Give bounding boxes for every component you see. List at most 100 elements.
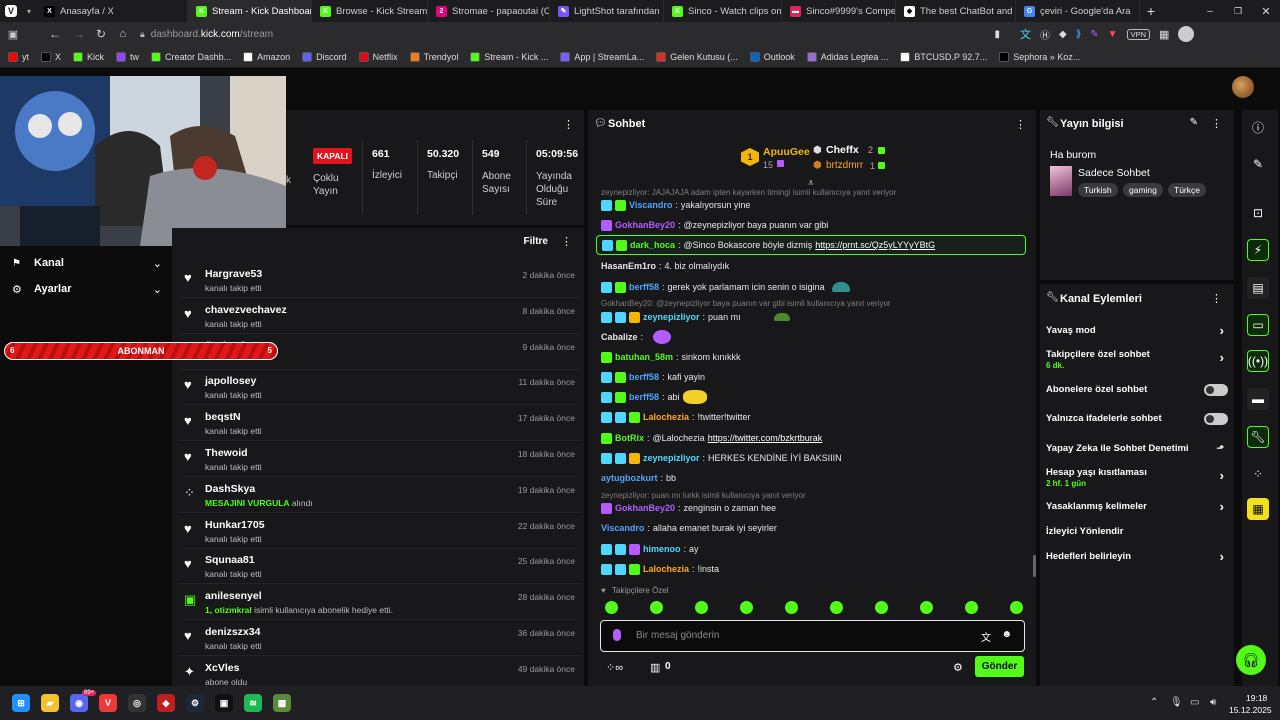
emote-icon[interactable]	[650, 601, 663, 614]
tray-chevron-icon[interactable]: ⌃	[1150, 697, 1158, 708]
forward-icon[interactable]: →	[68, 27, 90, 41]
browser-tab[interactable]: X Anasayfa / X	[36, 0, 188, 22]
chat-username[interactable]: Lalochezia	[643, 412, 689, 422]
wrench-icon[interactable]: 🔧︎	[1247, 426, 1269, 448]
broadcast-icon[interactable]: ((•))	[1247, 350, 1269, 372]
channel-action-item[interactable]: Hesap yaşı kısıtlaması 2 hf. 1 gün ›	[1046, 467, 1226, 493]
bookmark-item[interactable]: Stream - Kick ...	[470, 51, 548, 62]
activity-more-icon[interactable]: ⋮	[561, 235, 572, 248]
reload-icon[interactable]: ↻	[90, 27, 112, 41]
close-window-icon[interactable]: ✕	[1252, 5, 1280, 18]
bookmark-item[interactable]: tw	[116, 51, 139, 62]
file-explorer-icon[interactable]: ▰	[41, 694, 59, 712]
user-avatar[interactable]	[1232, 76, 1254, 98]
bookmark-item[interactable]: Kick	[73, 51, 104, 62]
info-icon[interactable]: ⓘ	[1247, 116, 1269, 138]
bookmark-item[interactable]: BTCUSD.P 92.7...	[900, 51, 987, 62]
chat-username[interactable]: berff58	[629, 392, 659, 402]
bookmark-item[interactable]: Trendyol	[409, 51, 458, 62]
emote-icon[interactable]	[965, 601, 978, 614]
chat-username[interactable]: himenoo	[643, 544, 681, 554]
chat-more-icon[interactable]: ⋮	[1015, 118, 1026, 131]
activity-username[interactable]: chavezvechavez	[205, 304, 287, 316]
display-tray-icon[interactable]: ▭	[1190, 697, 1199, 708]
bookmark-item[interactable]: Creator Dashb...	[151, 51, 231, 62]
chat-username[interactable]: Viscandro	[601, 523, 644, 533]
bookmark-item[interactable]: Sephora » Koz...	[999, 51, 1080, 62]
clock-date[interactable]: 15.12.2025	[1229, 705, 1272, 715]
chat-username[interactable]: dark_hoca	[630, 240, 675, 250]
emoji-icon[interactable]: ☻	[1001, 629, 1012, 640]
chat-username[interactable]: zeynepizliyor	[643, 453, 700, 463]
bookmark-item[interactable]: yt	[8, 51, 29, 62]
activity-username[interactable]: japollosey	[205, 375, 256, 387]
minecraft-icon[interactable]: ▦	[273, 694, 291, 712]
bookmark-item[interactable]: Discord	[302, 51, 347, 62]
browser-tab[interactable]: ✎ LightShot tarafından Ekran	[550, 0, 664, 22]
browser-tab[interactable]: ▬ Sinco#9999's Competitive I	[782, 0, 896, 22]
browser-tab[interactable]: 2 Stromae - papaoutai (Offic	[428, 0, 550, 22]
emote-icon[interactable]	[605, 601, 618, 614]
channel-action-item[interactable]: Yapay Zeka ile Sohbet Denetimi ⬏	[1046, 443, 1226, 459]
chat-tools-icon[interactable]: ⁘∞	[606, 661, 623, 674]
chat-username[interactable]: HasanEm1ro	[601, 261, 656, 271]
notes-icon[interactable]: ▤	[1247, 277, 1269, 299]
channel-action-item[interactable]: İzleyici Yönlendir	[1046, 526, 1226, 542]
emote-icon[interactable]	[830, 601, 843, 614]
toggle-switch[interactable]	[1204, 413, 1228, 425]
sidebar-panel-icon[interactable]: ▣	[0, 28, 26, 41]
sidebar-item-ayarlar[interactable]: ⚙ Ayarlar ⌄	[12, 280, 162, 298]
edit-icon[interactable]: ✎	[1247, 153, 1269, 175]
mic-icon[interactable]	[613, 629, 621, 641]
bookmark-item[interactable]: Outlook	[749, 51, 795, 62]
chat-username[interactable]: berff58	[629, 372, 659, 382]
chat-username[interactable]: zeynepizliyor	[643, 312, 700, 322]
chat-username[interactable]: Viscandro	[629, 200, 672, 210]
activity-username[interactable]: Squnaa81	[205, 554, 255, 566]
browser-tab[interactable]: K Browse - Kick Streaming	[312, 0, 428, 22]
maximize-icon[interactable]: ❐	[1224, 6, 1252, 17]
url-field[interactable]: 🔒︎ dashboard. kick.com/stream ▮	[140, 25, 1000, 43]
chat-username[interactable]: Cabalize	[601, 332, 638, 342]
mic-tray-icon[interactable]: 🎙︎	[1170, 697, 1183, 708]
extension-h-icon[interactable]: Ⓗ	[1040, 27, 1050, 42]
activity-username[interactable]: beqstN	[205, 411, 241, 423]
chat-username[interactable]: GokhanBey20	[615, 503, 675, 513]
activity-username[interactable]: Hunkar1705	[205, 519, 265, 531]
activity-username[interactable]: anilesenyel	[205, 590, 262, 602]
bookmark-item[interactable]: Netflix	[358, 51, 398, 62]
calendar-icon[interactable]: ▦	[1159, 28, 1169, 41]
vpn-badge[interactable]: VPN	[1126, 28, 1150, 40]
extension-pen-icon[interactable]: ✎	[1090, 29, 1098, 40]
windows-start-icon[interactable]: ⊞	[12, 694, 30, 712]
chat-username[interactable]: berff58	[629, 282, 659, 292]
chat-username[interactable]: BotRix	[615, 433, 644, 443]
channel-action-item[interactable]: Takipçilere özel sohbet 6 dk. ›	[1046, 349, 1226, 375]
chat-input[interactable]: Bir mesaj gönderin 文 ☻	[600, 620, 1025, 652]
stream-info-more-icon[interactable]: ⋮	[1211, 117, 1222, 130]
stats-more-icon[interactable]: ⋮	[563, 118, 574, 131]
extension-wave-icon[interactable]: ⟫	[1076, 29, 1082, 40]
scrollbar-thumb[interactable]	[1033, 555, 1036, 577]
emote-icon[interactable]	[740, 601, 753, 614]
activity-username[interactable]: XcVles	[205, 662, 239, 674]
extension-red-icon[interactable]: ▼	[1108, 29, 1118, 40]
channel-actions-more-icon[interactable]: ⋮	[1211, 292, 1222, 305]
discord-icon[interactable]: ◉	[70, 694, 88, 712]
minimize-icon[interactable]: –	[1196, 6, 1224, 17]
capcut-icon[interactable]: ▣	[215, 694, 233, 712]
obs-icon[interactable]: ◎	[128, 694, 146, 712]
activity-username[interactable]: denizszx34	[205, 626, 260, 638]
channel-action-item[interactable]: Yalnızca ifadelerle sohbet	[1046, 413, 1228, 429]
browser-tab[interactable]: K Sinco - Watch clips on Kick	[664, 0, 782, 22]
activity-username[interactable]: Thewoid	[205, 447, 248, 459]
activity-username[interactable]: DashSkya	[205, 483, 255, 495]
translate-icon[interactable]: 文	[1020, 26, 1031, 42]
extension-diamond-icon[interactable]: ◆	[1059, 29, 1067, 40]
calendar-icon[interactable]: ▦	[1247, 498, 1269, 520]
tabs-dropdown-icon[interactable]: ▾	[22, 0, 36, 22]
lightning-icon[interactable]: ⚡︎	[1247, 239, 1269, 261]
emote-icon[interactable]	[785, 601, 798, 614]
spotify-icon[interactable]: ≋	[244, 694, 262, 712]
clock-time[interactable]: 19:18	[1246, 693, 1267, 703]
